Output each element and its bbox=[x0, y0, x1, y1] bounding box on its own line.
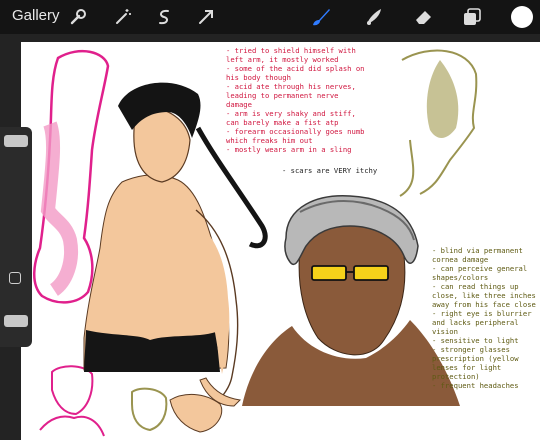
canvas-area: - tried to shield himself with left arm,… bbox=[0, 34, 540, 440]
smudge-icon[interactable] bbox=[362, 5, 386, 29]
modify-button[interactable] bbox=[9, 272, 21, 284]
drawing-canvas[interactable]: - tried to shield himself with left arm,… bbox=[21, 42, 540, 440]
transform-arrow-icon[interactable] bbox=[194, 5, 218, 29]
scars-note: - scars are VERY itchy bbox=[282, 166, 378, 175]
eraser-icon[interactable] bbox=[412, 5, 436, 29]
layers-icon[interactable] bbox=[460, 5, 484, 29]
color-swatch[interactable] bbox=[511, 6, 533, 28]
brush-icon[interactable] bbox=[309, 5, 333, 29]
magic-wand-icon[interactable] bbox=[111, 5, 135, 29]
gallery-button[interactable]: Gallery bbox=[12, 7, 60, 24]
selection-s-icon[interactable] bbox=[152, 5, 176, 29]
wrench-icon[interactable] bbox=[66, 5, 90, 29]
left-sidebar bbox=[0, 127, 32, 347]
eye-injury-notes: - blind via permanent cornea damage - ca… bbox=[432, 246, 536, 390]
top-toolbar: Gallery bbox=[0, 0, 540, 34]
opacity-slider[interactable] bbox=[4, 315, 28, 327]
arm-injury-notes: - tried to shield himself with left arm,… bbox=[226, 46, 365, 154]
brush-size-slider[interactable] bbox=[4, 135, 28, 147]
